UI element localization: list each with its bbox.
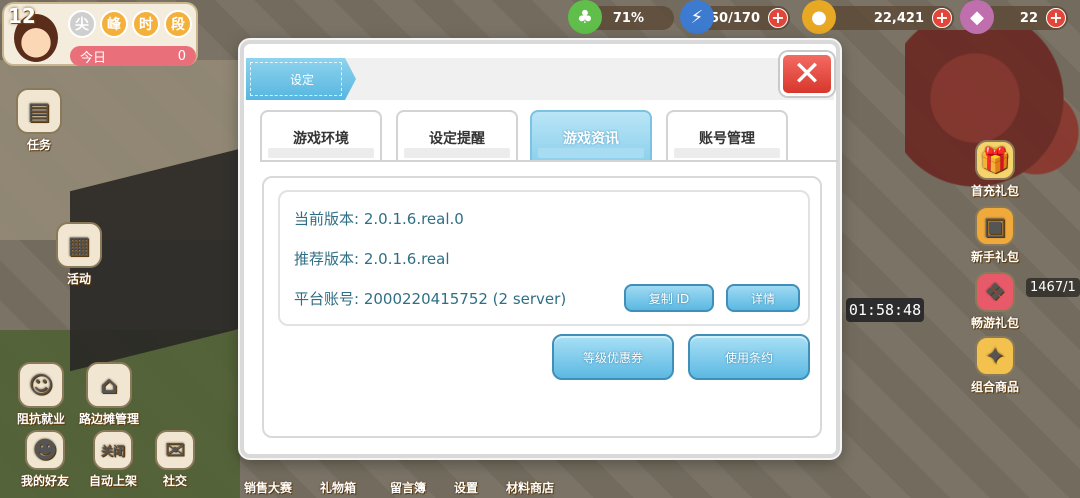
countdown-timer: 01:58:48 [846,298,924,322]
close-button[interactable]: ✕ [780,52,834,96]
add-stamina-button[interactable]: + [768,8,788,28]
street-stall-button[interactable]: ⌂ 路边摊管理 [74,362,144,427]
friends-button[interactable]: ☻ 我的好友 [10,430,80,489]
player-level-panel[interactable]: 12 尖 峰 时 段 今日 0 [2,2,198,66]
details-button[interactable]: 详情 [726,284,800,312]
add-coins-button[interactable]: + [932,8,952,28]
tab-account-management[interactable]: 账号管理 [666,110,788,162]
stamina-stat: ⚡ 50/170 + [680,0,790,34]
recommended-version-label: 推荐版本: [294,250,360,268]
current-version-label: 当前版本: [294,210,360,228]
sales-contest-button[interactable]: 销售大赛 [236,479,300,496]
employment-button[interactable]: ☺ 阻抗就业 [6,362,76,427]
stamina-icon: ⚡ [680,0,714,34]
social-button[interactable]: ✉ 社交 [140,430,210,489]
peak-badge-1: 尖 [68,10,96,38]
today-counter: 今日 0 [70,46,196,66]
bundle-button[interactable]: ✦ 组合商品 [960,336,1030,395]
recommended-version-row: 推荐版本: 2.0.1.6.real [294,248,450,269]
game-info-panel: 当前版本: 2.0.1.6.real.0 推荐版本: 2.0.1.6.real … [262,176,822,438]
today-label: 今日 [80,50,107,66]
stall-icon: ⌂ [86,362,132,408]
current-version-row: 当前版本: 2.0.1.6.real.0 [294,208,464,229]
current-version-value: 2.0.1.6.real.0 [363,210,464,228]
copy-id-button[interactable]: 复制 ID [624,284,714,312]
gem-icon: ◆ [960,0,994,34]
gems-stat: ◆ 22 + [960,0,1068,34]
guestbook-button[interactable]: 留言簿 [376,479,440,496]
peak-badge-2: 峰 [100,10,128,38]
gems-value: 22 [1019,10,1038,26]
chat-icon: ✉ [155,430,195,470]
add-gems-button[interactable]: + [1046,8,1066,28]
tab-game-info[interactable]: 游戏资讯 [530,110,652,162]
stamina-value: 50/170 [710,10,760,26]
auto-shelf-button[interactable]: 关闭 自动上架 [78,430,148,489]
gift-box-button[interactable]: 礼物箱 [306,479,370,496]
level-coupon-button[interactable]: 等级优惠券 [552,334,674,380]
settings-button[interactable]: 设置 [434,479,498,496]
gift-box-icon: ❖ [975,272,1015,312]
tab-divider [260,160,838,162]
coin-icon: ● [802,0,836,34]
energy-icon: ♣ [568,0,602,34]
version-info-box: 当前版本: 2.0.1.6.real.0 推荐版本: 2.0.1.6.real … [278,190,810,326]
clipboard-icon: ▤ [16,88,62,134]
terms-of-use-button[interactable]: 使用条约 [688,334,810,380]
today-value: 0 [177,48,186,64]
coins-value: 22,421 [873,10,924,26]
energy-stat: ♣ 71% [568,0,674,34]
chef-hat-icon: 关闭 [93,430,133,470]
events-button[interactable]: ▦ 活动 [44,222,114,287]
settings-dialog: 设定 ✕ 游戏环境 设定提醒 游戏资讯 账号管理 当前版本: 2.0.1.6.r… [240,40,840,458]
gift-icon: 🎁 [975,140,1015,180]
chest-icon: ▣ [975,206,1015,246]
newbie-gift-button[interactable]: ▣ 新手礼包 [960,206,1030,265]
peak-badge-3: 时 [132,10,160,38]
peak-hour-badges: 尖 峰 时 段 [68,10,192,38]
platform-account-label: 平台账号: [294,290,360,308]
energy-value: 71% [612,10,644,26]
travel-gift-button[interactable]: ❖ 畅游礼包 [960,272,1030,331]
player-level: 12 [8,4,36,28]
tab-game-environment[interactable]: 游戏环境 [260,110,382,162]
platform-account-value: 2000220415752 (2 server) [363,290,567,308]
calendar-icon: ▦ [56,222,102,268]
tab-reminder-settings[interactable]: 设定提醒 [396,110,518,162]
girl-avatar-icon: ☺ [18,362,64,408]
friends-icon: ☻ [25,430,65,470]
platform-account-row: 平台账号: 2000220415752 (2 server) [294,288,566,309]
recommended-version-value: 2.0.1.6.real [363,250,450,268]
peak-badge-4: 段 [164,10,192,38]
first-charge-gift-button[interactable]: 🎁 首充礼包 [960,140,1030,199]
coins-stat: ● 22,421 + [802,0,954,34]
close-icon: ✕ [792,54,822,94]
tasks-button[interactable]: ▤ 任务 [4,88,74,153]
bundle-icon: ✦ [975,336,1015,376]
progress-counter: 1467/1 [1026,278,1080,297]
dialog-title: 设定 [246,58,356,100]
material-shop-button[interactable]: 材料商店 [498,479,562,496]
